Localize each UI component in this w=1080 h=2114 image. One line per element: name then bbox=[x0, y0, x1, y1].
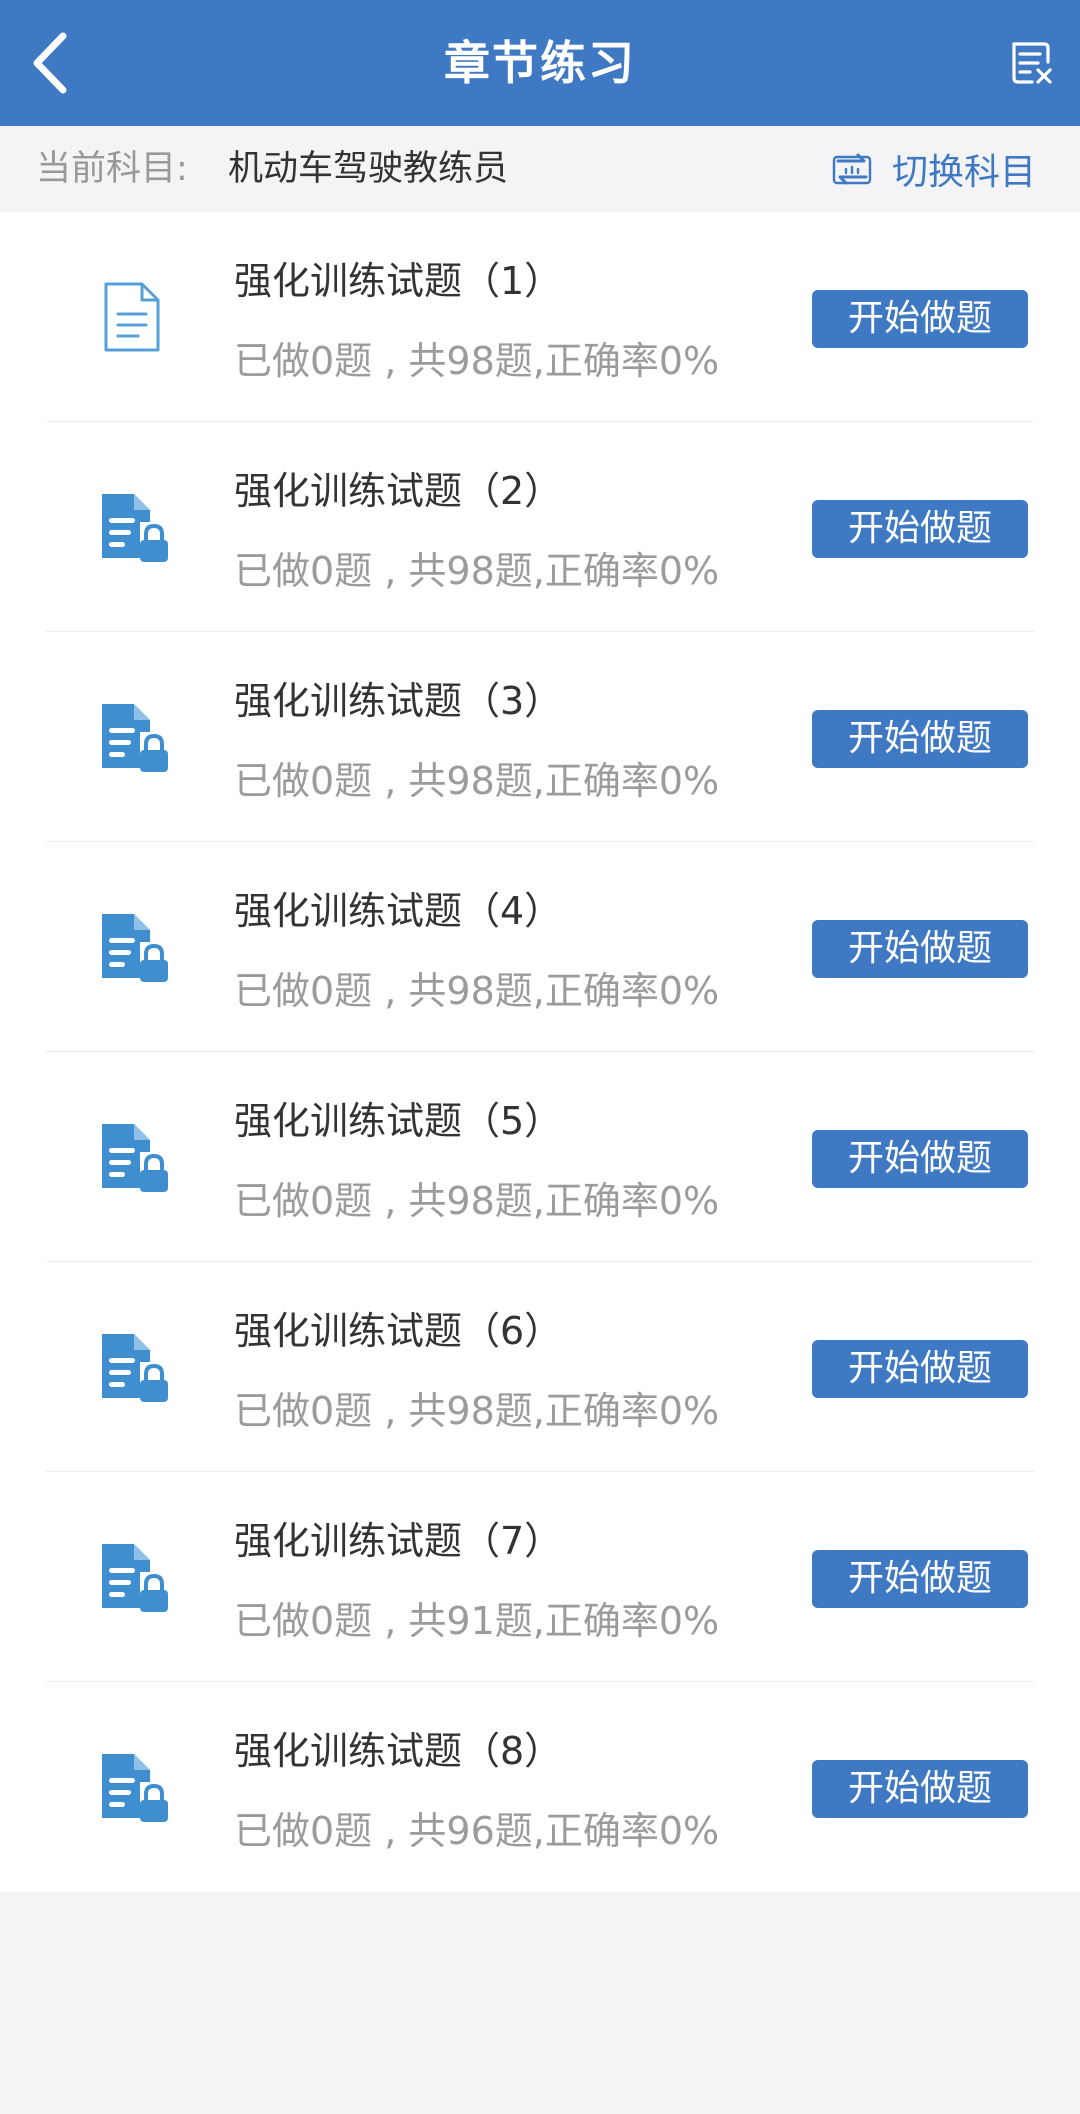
start-exercise-button[interactable]: 开始做题 bbox=[812, 500, 1028, 558]
exercise-title: 强化训练试题（6） bbox=[234, 1309, 563, 1353]
start-exercise-button[interactable]: 开始做题 bbox=[812, 1760, 1028, 1818]
switch-subject-button[interactable]: 切换科目 bbox=[830, 126, 1036, 212]
current-subject-label: 当前科目: bbox=[36, 149, 188, 189]
exercise-stats: 已做0题 , 共98题,正确率0% bbox=[234, 1179, 720, 1223]
exercise-title: 强化训练试题（8） bbox=[234, 1729, 563, 1773]
exercise-stats: 已做0题 , 共98题,正确率0% bbox=[234, 339, 720, 383]
exercise-title: 强化训练试题（4） bbox=[234, 889, 563, 933]
start-exercise-button[interactable]: 开始做题 bbox=[812, 290, 1028, 348]
list-item[interactable]: 强化训练试题（4） 已做0题 , 共98题,正确率0% 开始做题 bbox=[0, 842, 1080, 1052]
locked-document-icon bbox=[102, 914, 168, 982]
locked-document-icon bbox=[102, 494, 168, 562]
list-item[interactable]: 强化训练试题（3） 已做0题 , 共98题,正确率0% 开始做题 bbox=[0, 632, 1080, 842]
header-bar: 章节练习 bbox=[0, 0, 1080, 126]
locked-document-icon bbox=[102, 1334, 168, 1402]
list-item[interactable]: 强化训练试题（8） 已做0题 , 共96题,正确率0% 开始做题 bbox=[0, 1682, 1080, 1892]
exercise-stats: 已做0题 , 共98题,正确率0% bbox=[234, 549, 720, 593]
switch-subject-label: 切换科目 bbox=[891, 152, 1036, 193]
exercise-title: 强化训练试题（3） bbox=[234, 679, 563, 723]
locked-document-icon bbox=[102, 1124, 168, 1192]
exercise-title: 强化训练试题（5） bbox=[234, 1099, 563, 1143]
list-item[interactable]: 强化训练试题（7） 已做0题 , 共91题,正确率0% 开始做题 bbox=[0, 1472, 1080, 1682]
locked-document-icon bbox=[102, 704, 168, 772]
start-exercise-button[interactable]: 开始做题 bbox=[812, 710, 1028, 768]
start-exercise-button[interactable]: 开始做题 bbox=[812, 920, 1028, 978]
list-item[interactable]: 强化训练试题（1） 已做0题 , 共98题,正确率0% 开始做题 bbox=[0, 212, 1080, 422]
clear-records-icon bbox=[1012, 42, 1052, 84]
locked-document-icon bbox=[102, 1544, 168, 1612]
list-item[interactable]: 强化训练试题（2） 已做0题 , 共98题,正确率0% 开始做题 bbox=[0, 422, 1080, 632]
exercise-title: 强化训练试题（1） bbox=[234, 259, 563, 303]
locked-document-icon bbox=[102, 1754, 168, 1822]
start-exercise-button[interactable]: 开始做题 bbox=[812, 1550, 1028, 1608]
start-exercise-button[interactable]: 开始做题 bbox=[812, 1340, 1028, 1398]
exercise-list: 强化训练试题（1） 已做0题 , 共98题,正确率0% 开始做题 强化训练试题（… bbox=[0, 212, 1080, 1892]
exercise-stats: 已做0题 , 共98题,正确率0% bbox=[234, 759, 720, 803]
start-exercise-button[interactable]: 开始做题 bbox=[812, 1130, 1028, 1188]
subject-bar: 当前科目: 机动车驾驶教练员 切换科目 bbox=[0, 126, 1080, 213]
clear-records-button[interactable] bbox=[996, 30, 1066, 96]
switch-subject-icon bbox=[830, 147, 874, 191]
document-icon bbox=[104, 282, 160, 352]
current-subject-value: 机动车驾驶教练员 bbox=[228, 149, 509, 189]
exercise-stats: 已做0题 , 共96题,正确率0% bbox=[234, 1809, 720, 1853]
list-item[interactable]: 强化训练试题（5） 已做0题 , 共98题,正确率0% 开始做题 bbox=[0, 1052, 1080, 1262]
exercise-stats: 已做0题 , 共98题,正确率0% bbox=[234, 969, 720, 1013]
exercise-title: 强化训练试题（2） bbox=[234, 469, 563, 513]
list-item[interactable]: 强化训练试题（6） 已做0题 , 共98题,正确率0% 开始做题 bbox=[0, 1262, 1080, 1472]
exercise-stats: 已做0题 , 共98题,正确率0% bbox=[234, 1389, 720, 1433]
exercise-stats: 已做0题 , 共91题,正确率0% bbox=[234, 1599, 720, 1643]
exercise-title: 强化训练试题（7） bbox=[234, 1519, 563, 1563]
page-title: 章节练习 bbox=[444, 36, 636, 90]
